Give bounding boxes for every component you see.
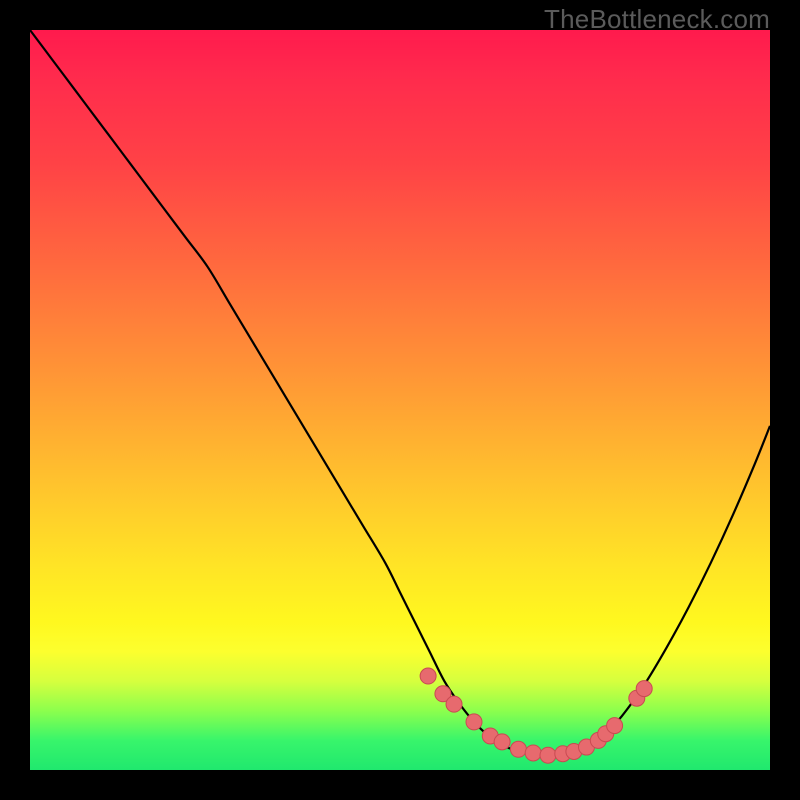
curve-dot: [510, 741, 526, 757]
curve-dot: [494, 734, 510, 750]
curve-dot: [540, 747, 556, 763]
curve-dot: [446, 696, 462, 712]
chart-svg: [30, 30, 770, 770]
curve-dot: [466, 714, 482, 730]
curve-dots: [420, 668, 652, 763]
curve-dot: [607, 718, 623, 734]
bottleneck-curve: [30, 30, 770, 755]
chart-container: TheBottleneck.com: [0, 0, 800, 800]
curve-dot: [420, 668, 436, 684]
curve-dot: [525, 745, 541, 761]
curve-dot: [636, 681, 652, 697]
